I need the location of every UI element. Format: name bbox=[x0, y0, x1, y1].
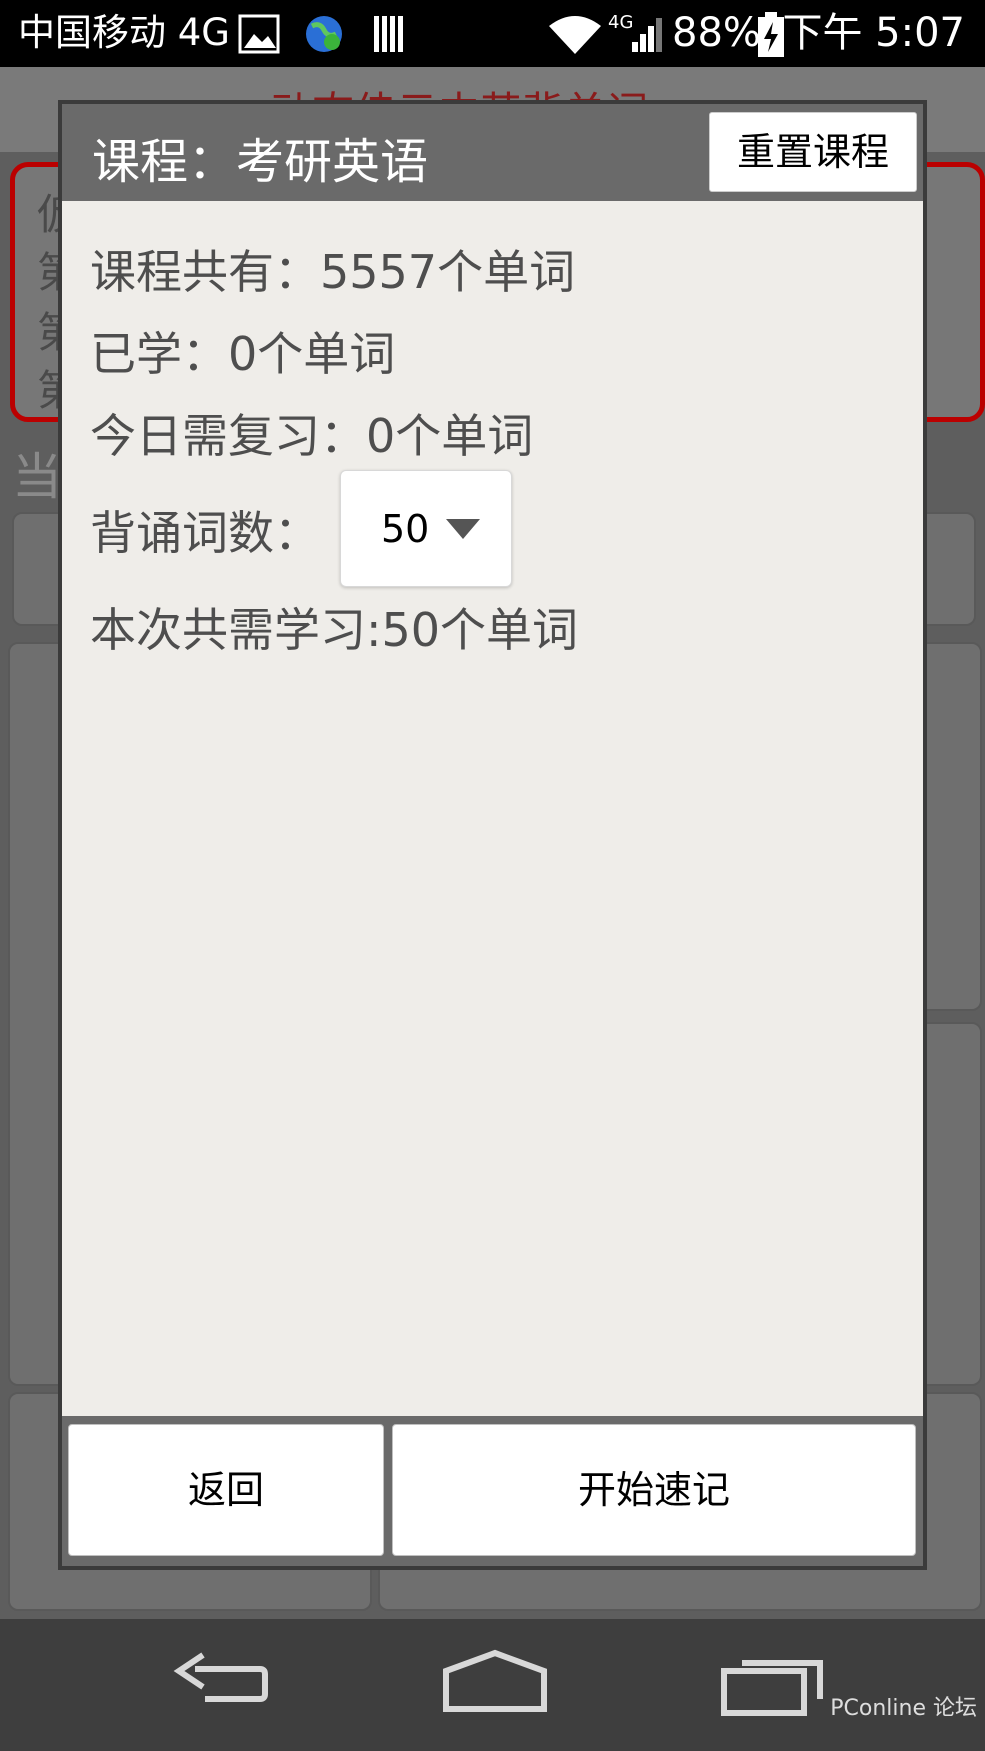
navigation-bar bbox=[0, 1619, 985, 1751]
globe-sync-icon bbox=[306, 16, 342, 52]
back-nav-icon[interactable] bbox=[165, 1649, 275, 1719]
course-dialog: 课程：考研英语 重置课程 课程共有：5557个单词 已学：0个单词 今日需复习：… bbox=[58, 100, 927, 1570]
dialog-header: 课程：考研英语 重置课程 bbox=[62, 104, 923, 201]
start-memorize-button[interactable]: 开始速记 bbox=[392, 1424, 916, 1556]
image-icon bbox=[238, 14, 280, 54]
recite-count-select[interactable]: 50 bbox=[340, 470, 512, 587]
watermark: PConline 论坛 bbox=[830, 1696, 977, 1721]
recent-apps-icon[interactable] bbox=[720, 1649, 830, 1719]
background-tile bbox=[918, 642, 982, 1011]
dropdown-arrow-icon bbox=[446, 519, 480, 539]
total-words-label: 课程共有：5557个单词 bbox=[90, 245, 576, 299]
background-tile bbox=[918, 1022, 982, 1386]
dialog-title: 课程：考研英语 bbox=[92, 134, 429, 190]
back-button[interactable]: 返回 bbox=[68, 1424, 384, 1556]
wifi-icon bbox=[549, 16, 601, 54]
signal-icon bbox=[632, 18, 662, 52]
learned-words-label: 已学：0个单词 bbox=[90, 327, 396, 381]
review-today-label: 今日需复习：0个单词 bbox=[90, 409, 534, 463]
carrier-label: 中国移动 4G bbox=[18, 11, 230, 54]
clock: 下午 5:07 bbox=[782, 10, 965, 56]
home-nav-icon[interactable] bbox=[440, 1649, 550, 1719]
dialog-footer: 返回 开始速记 bbox=[62, 1416, 923, 1566]
battery-percent: 88% bbox=[672, 10, 761, 56]
background-section-label: 当 bbox=[12, 448, 62, 506]
recite-count-value: 50 bbox=[381, 507, 430, 551]
session-total-label: 本次共需学习:50个单词 bbox=[90, 603, 579, 657]
status-bar: 中国移动 4G 4G 88% 下午 5:07 bbox=[0, 0, 985, 67]
recite-count-label: 背诵词数： bbox=[90, 506, 320, 560]
barcode-icon bbox=[374, 16, 403, 52]
reset-course-button[interactable]: 重置课程 bbox=[709, 112, 917, 192]
